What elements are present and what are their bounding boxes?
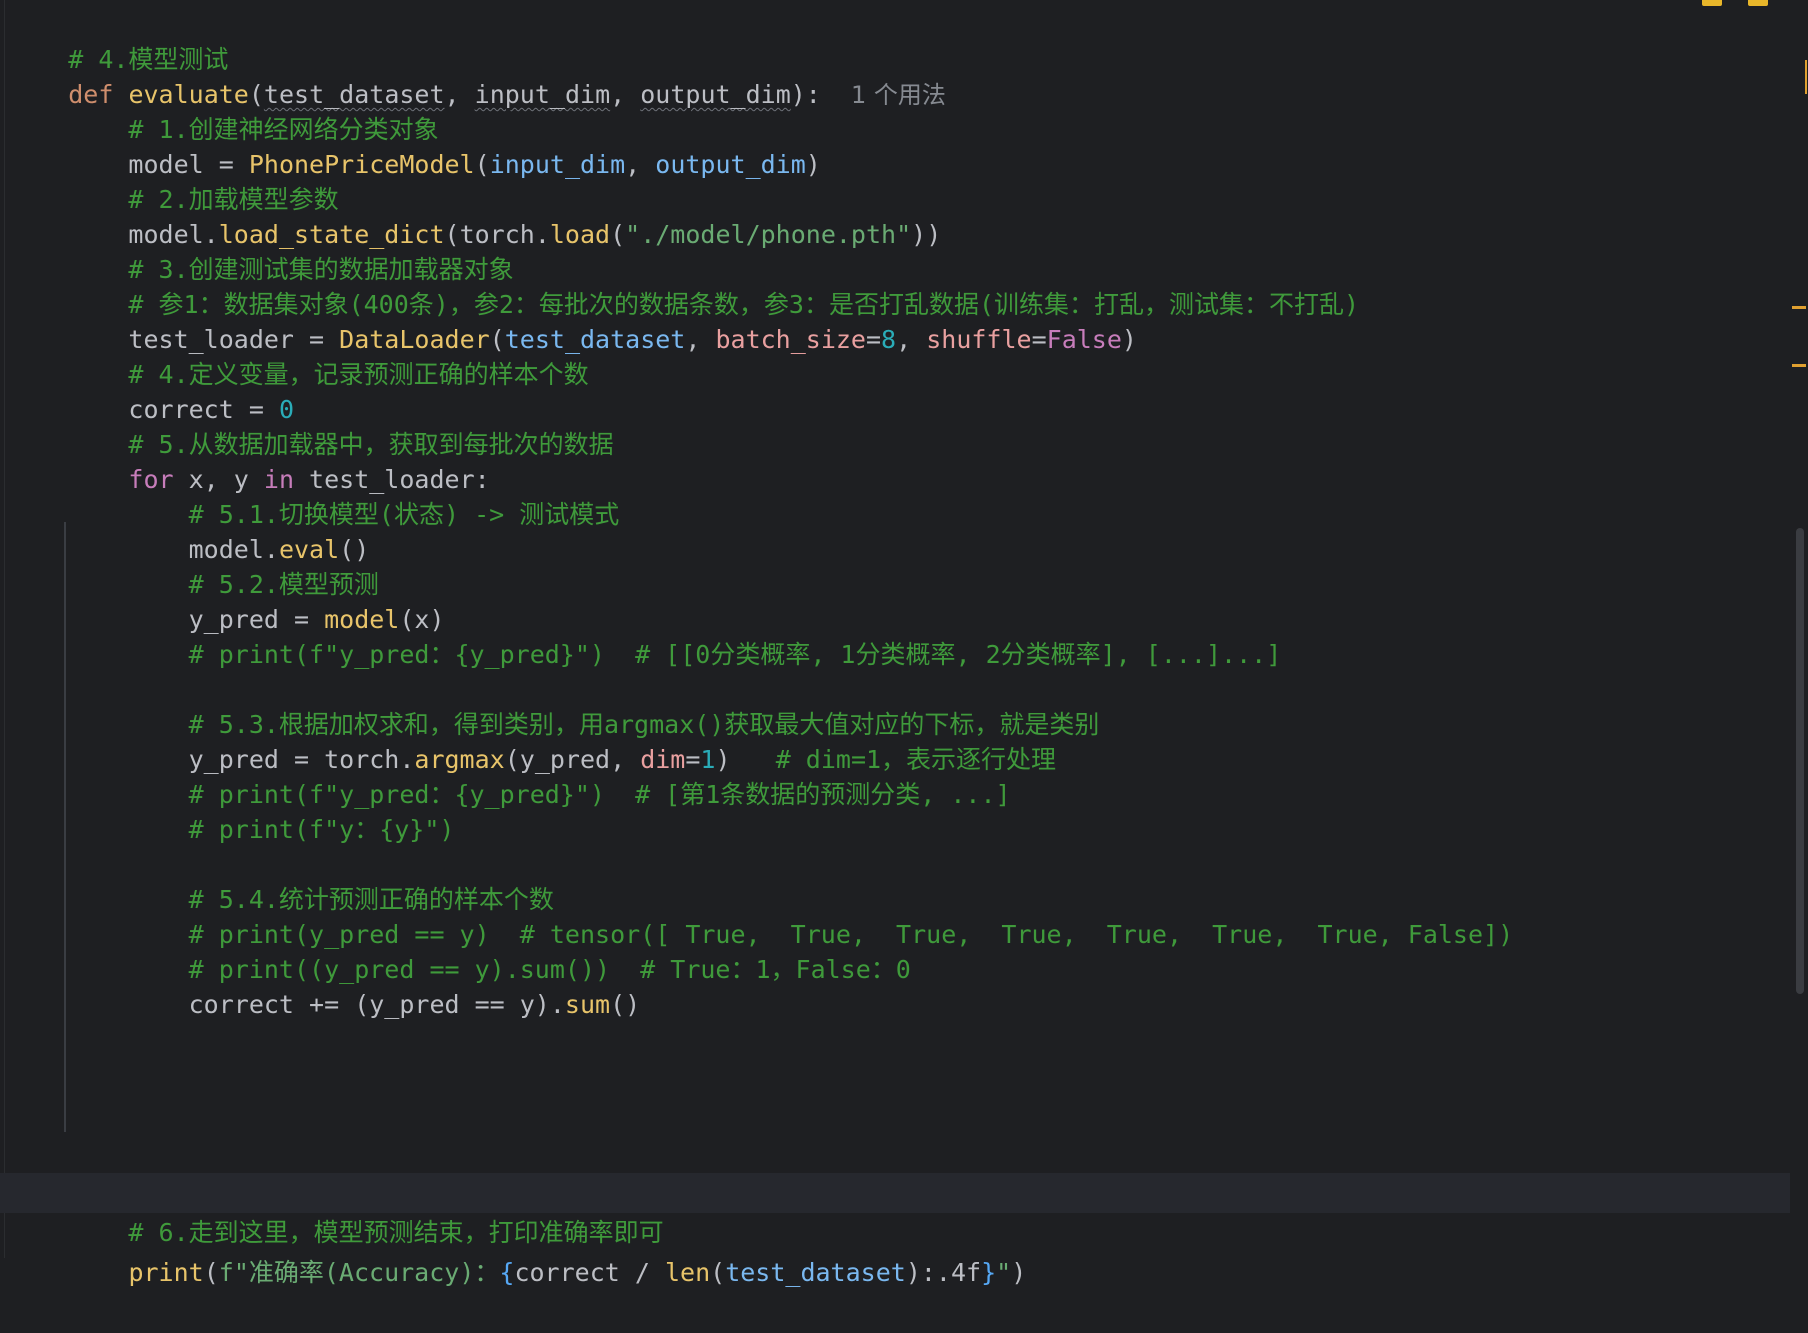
builtin-call[interactable]: print [128, 1258, 203, 1287]
warning-stripe[interactable] [1792, 306, 1806, 309]
warning-stripe[interactable] [1805, 60, 1807, 94]
code-line-12[interactable]: # 5.从数据加载器中，获取到每批次的数据 [8, 385, 613, 459]
code-line-23[interactable]: # print(f"y：{y}") [8, 770, 455, 844]
code-text: correct += (y_pred == y). [68, 990, 565, 1019]
warning-icon[interactable] [1702, 0, 1722, 6]
code-line-26[interactable]: # print(y_pred == y) # tensor([ True, Tr… [8, 875, 1514, 949]
paren: ) [1011, 1258, 1027, 1287]
code-line-3[interactable]: # 1.创建神经网络分类对象 [8, 70, 438, 144]
code-line-10[interactable]: # 4.定义变量，记录预测正确的样本个数 [8, 315, 588, 389]
code-line-25[interactable]: # 5.4.统计预测正确的样本个数 [8, 840, 554, 914]
builtin-call[interactable]: len [665, 1258, 710, 1287]
comma: , [685, 325, 716, 354]
code-line-17[interactable]: y_pred = model(x) [8, 560, 445, 634]
code-line-22[interactable]: # print(f"y_pred：{y_pred}") # [第1条数据的预测分… [8, 735, 1011, 809]
brace: } [981, 1258, 997, 1287]
bool-literal: False [1046, 325, 1122, 354]
code-line-1[interactable]: # 4.模型测试 [8, 0, 228, 74]
code-line-9[interactable]: test_loader = DataLoader(test_dataset, b… [8, 280, 1137, 354]
code-line-13[interactable]: for x, y in test_loader: [8, 420, 489, 494]
code-line-31[interactable]: print(f"准确率(Accuracy)：{correct / len(tes… [8, 1213, 1026, 1287]
paren: () [610, 990, 641, 1019]
code-line-7[interactable]: # 3.创建测试集的数据加载器对象 [8, 210, 513, 284]
code-editor[interactable]: # 4.模型测试 def evaluate(test_dataset, inpu… [0, 0, 1790, 1287]
equals: = [865, 325, 882, 354]
number-literal: 8 [881, 325, 897, 354]
code-line-4[interactable]: model = PhonePriceModel(input_dim, outpu… [8, 105, 820, 179]
warning-icon[interactable] [1748, 0, 1768, 6]
format-spec: :.4f [920, 1258, 982, 1287]
code-line-16[interactable]: # 5.2.模型预测 [8, 525, 379, 599]
fstring-quote: " [996, 1258, 1012, 1287]
code-line-30-current[interactable]: # 6.走到这里，模型预测结束，打印准确率即可 [0, 1173, 1790, 1247]
arg: test_dataset [725, 1258, 906, 1287]
code-line-8[interactable]: # 参1：数据集对象(400条)，参2：每批次的数据条数，参3：是否打乱数据(训… [8, 245, 1359, 319]
equals: = [1031, 325, 1047, 354]
code-line-15[interactable]: model.eval() [8, 490, 370, 564]
code-line-21[interactable]: y_pred = torch.argmax(y_pred, dim=1) # d… [8, 700, 1056, 774]
paren: ( [203, 1258, 219, 1287]
named-arg: batch_size [715, 325, 866, 354]
code-line-2[interactable]: def evaluate(test_dataset, input_dim, ou… [8, 35, 946, 109]
comma: , [896, 325, 927, 354]
method-call[interactable]: sum [565, 990, 610, 1019]
brace: { [499, 1258, 515, 1287]
paren: ) [905, 1258, 921, 1287]
warning-stripe[interactable] [1792, 364, 1806, 367]
code-line-11[interactable]: correct = 0 [8, 350, 294, 424]
code-line-18[interactable]: # print(f"y_pred：{y_pred}") # [[0分类概率, 1… [8, 595, 1282, 669]
code-text: correct / [514, 1258, 665, 1287]
scrollbar-thumb[interactable] [1796, 528, 1804, 994]
vertical-scrollbar[interactable] [1790, 0, 1808, 1258]
code-line-27[interactable]: # print((y_pred == y).sum()) # True：1，Fa… [8, 910, 911, 984]
inspection-indicator[interactable] [1702, 0, 1768, 6]
code-line-6[interactable]: model.load_state_dict(torch.load("./mode… [8, 175, 941, 249]
named-arg: shuffle [926, 325, 1032, 354]
code-line-28[interactable]: correct += (y_pred == y).sum() [8, 945, 641, 1019]
code-line-14[interactable]: # 5.1.切换模型(状态) -> 测试模式 [8, 455, 620, 529]
code-line-5[interactable]: # 2.加载模型参数 [8, 140, 338, 214]
code-line-20[interactable]: # 5.3.根据加权求和，得到类别，用argmax()获取最大值对应的下标，就是… [8, 665, 1100, 739]
fstring: f"准确率(Accuracy)： [218, 1258, 500, 1287]
paren: ) [1121, 325, 1137, 354]
usage-hint[interactable]: 1 个用法 [851, 81, 946, 109]
editor-left-border [4, 0, 5, 1258]
paren: ( [710, 1258, 726, 1287]
